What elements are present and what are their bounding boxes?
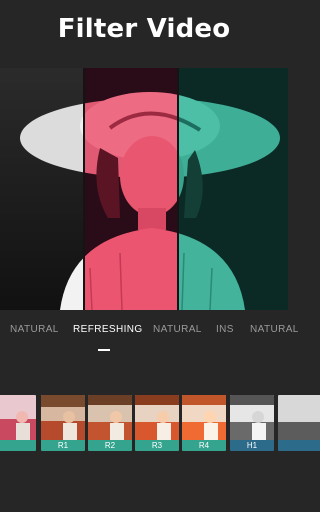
tab-ins[interactable]: INS bbox=[216, 324, 234, 335]
filter-thumb-label bbox=[0, 440, 36, 451]
tab-natural[interactable]: NATURAL bbox=[10, 324, 59, 335]
thumbnail-image bbox=[182, 395, 226, 440]
filter-thumb[interactable]: H1 bbox=[230, 395, 274, 451]
preview-panel-teal bbox=[178, 68, 288, 310]
thumbnail-image bbox=[135, 395, 179, 440]
portrait-image bbox=[178, 68, 288, 310]
filter-thumb[interactable]: R2 bbox=[88, 395, 132, 451]
filter-thumb-label: R1 bbox=[41, 440, 85, 451]
filter-thumb[interactable]: R4 bbox=[182, 395, 226, 451]
filter-thumb[interactable] bbox=[278, 395, 320, 451]
filter-thumb[interactable] bbox=[0, 395, 36, 451]
filter-thumb-label: R2 bbox=[88, 440, 132, 451]
preview-panel-natural bbox=[0, 68, 84, 310]
filter-thumb-label: R4 bbox=[182, 440, 226, 451]
filter-thumb[interactable]: R1 bbox=[41, 395, 85, 451]
portrait-image bbox=[0, 68, 84, 310]
filter-thumb-label: R3 bbox=[135, 440, 179, 451]
portrait-image bbox=[84, 68, 178, 310]
active-tab-indicator bbox=[98, 349, 110, 351]
thumbnail-image bbox=[230, 395, 274, 440]
tab-refreshing[interactable]: REFRESHING bbox=[73, 324, 143, 335]
filter-thumbnail-strip: R1 R2 R3 R4 H1 bbox=[0, 395, 320, 451]
filter-thumb[interactable]: R3 bbox=[135, 395, 179, 451]
page-title: Filter Video bbox=[57, 14, 231, 44]
panel-divider bbox=[177, 68, 179, 310]
thumbnail-image bbox=[278, 395, 320, 440]
filter-tab-bar: NATURAL REFRESHING NATURAL INS NATURAL bbox=[0, 324, 298, 344]
preview-panel-refreshing bbox=[84, 68, 178, 310]
panel-divider bbox=[83, 68, 85, 310]
filter-thumb-label: H1 bbox=[230, 440, 274, 451]
tab-natural-2[interactable]: NATURAL bbox=[153, 324, 202, 335]
thumbnail-image bbox=[0, 395, 36, 440]
thumbnail-image bbox=[41, 395, 85, 440]
thumbnail-image bbox=[88, 395, 132, 440]
video-preview[interactable] bbox=[0, 68, 288, 310]
filter-thumb-label bbox=[278, 440, 320, 451]
tab-natural-3[interactable]: NATURAL bbox=[250, 324, 299, 335]
